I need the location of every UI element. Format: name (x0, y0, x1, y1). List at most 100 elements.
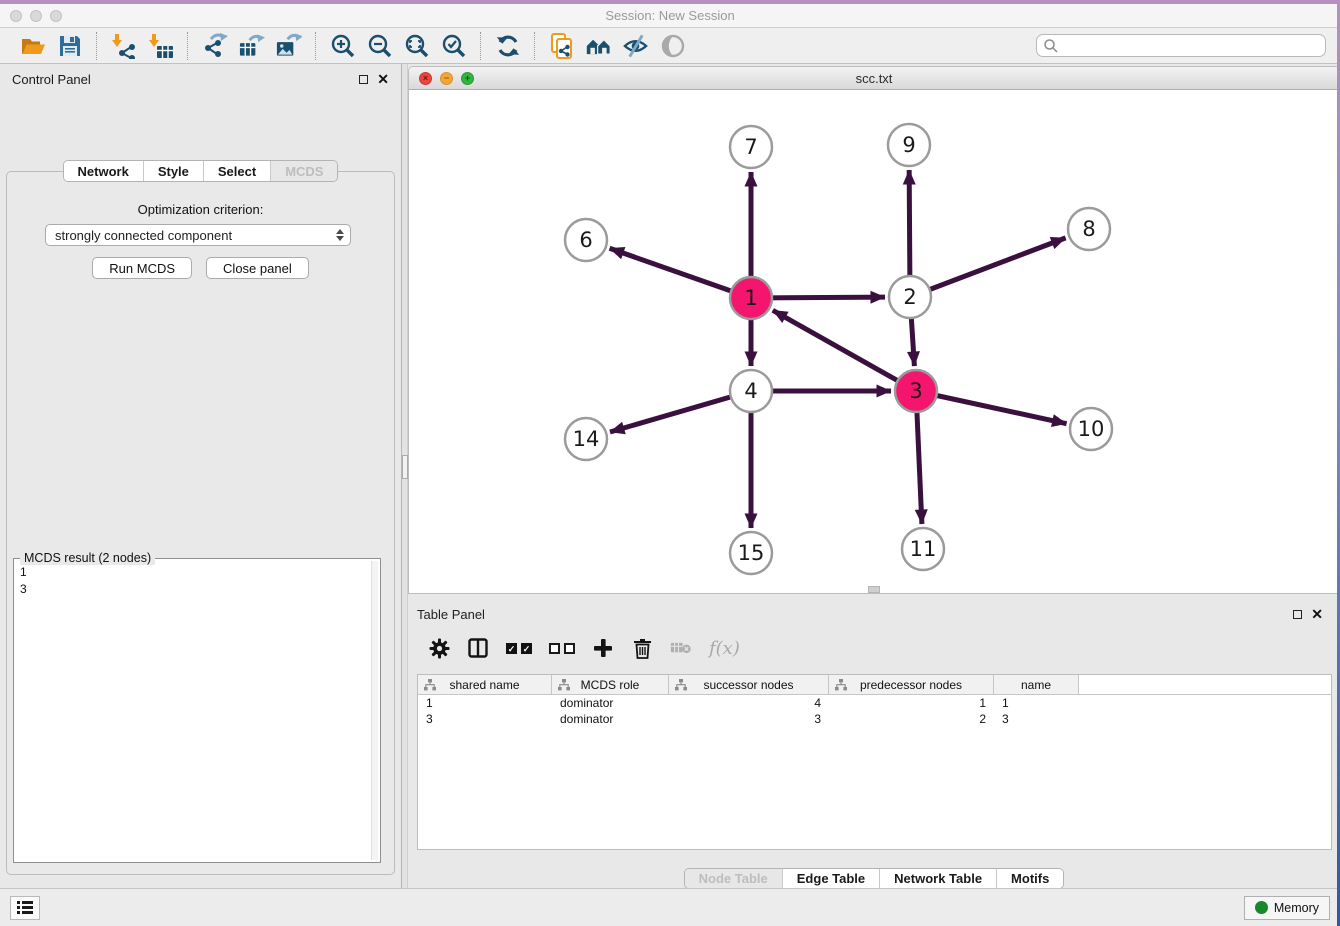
toolbar-separator (96, 32, 97, 60)
function-builder-icon: f(x) (709, 638, 740, 659)
mcds-panel: Optimization criterion: strongly connect… (6, 171, 395, 875)
network-graph[interactable]: 7968124314101511 (409, 90, 1338, 593)
cell-successor-nodes: 4 (669, 695, 829, 711)
table-toolbar: ✓✓ f(x) (408, 626, 1340, 670)
graph-edge-3-10[interactable] (916, 391, 1067, 424)
memory-label: Memory (1274, 901, 1319, 915)
gear-icon[interactable] (428, 636, 450, 660)
control-panel: Control Panel ✕ Network Style Select MCD… (0, 64, 401, 888)
export-table-icon[interactable] (238, 32, 265, 59)
table-header-row: shared name MCDS role successor nodes (418, 675, 1331, 695)
network-canvas[interactable]: 7968124314101511 (409, 90, 1339, 593)
save-session-icon[interactable] (56, 32, 83, 59)
panel-splitter[interactable] (401, 64, 408, 888)
zoom-selected-icon[interactable] (440, 32, 467, 59)
tab-network-table[interactable]: Network Table (879, 869, 996, 888)
run-mcds-button[interactable]: Run MCDS (92, 257, 192, 279)
close-table-panel-icon[interactable]: ✕ (1311, 607, 1323, 621)
tab-node-table[interactable]: Node Table (685, 869, 782, 888)
import-table-icon[interactable] (147, 32, 174, 59)
horizontal-divider[interactable] (408, 594, 1340, 602)
search-field[interactable] (1036, 34, 1326, 57)
tab-motifs[interactable]: Motifs (996, 869, 1063, 888)
graph-node-label-1: 1 (744, 286, 757, 310)
tab-style[interactable]: Style (143, 161, 203, 181)
deselect-all-icon[interactable] (549, 643, 575, 654)
export-image-icon[interactable] (275, 32, 302, 59)
column-header-predecessor-nodes[interactable]: predecessor nodes (829, 675, 994, 694)
zoom-fit-icon[interactable] (403, 32, 430, 59)
status-bar: Memory (0, 888, 1340, 926)
table-row[interactable]: 3 dominator 3 2 3 (418, 711, 1331, 727)
close-panel-icon[interactable]: ✕ (377, 72, 389, 86)
clone-network-icon[interactable] (548, 32, 575, 59)
titlebar: Session: New Session (0, 4, 1340, 28)
dropdown-stepper-icon (336, 229, 346, 241)
search-icon (1043, 38, 1059, 54)
tab-network[interactable]: Network (64, 161, 143, 181)
network-minimize-button[interactable]: − (440, 72, 453, 85)
column-label: successor nodes (703, 678, 793, 692)
node-table[interactable]: shared name MCDS role successor nodes (417, 674, 1332, 850)
hide-selected-icon[interactable] (622, 32, 649, 59)
apply-layout-icon[interactable] (494, 32, 521, 59)
column-header-shared-name[interactable]: shared name (418, 675, 552, 694)
cell-name: 1 (994, 695, 1079, 711)
tab-mcds[interactable]: MCDS (270, 161, 337, 181)
graph-edge-1-6[interactable] (610, 248, 751, 298)
float-table-panel-icon[interactable] (1293, 610, 1302, 619)
control-panel-title: Control Panel (12, 72, 91, 87)
network-close-button[interactable]: × (419, 72, 432, 85)
column-header-name[interactable]: name (994, 675, 1079, 694)
float-panel-icon[interactable] (359, 75, 368, 84)
main-toolbar (0, 28, 1340, 64)
delete-column-icon[interactable] (631, 636, 653, 660)
cell-mcds-role: dominator (552, 695, 669, 711)
zoom-in-icon[interactable] (329, 32, 356, 59)
optimization-criterion-select[interactable]: strongly connected component (45, 224, 351, 246)
table-panel-title: Table Panel (417, 607, 485, 622)
column-header-successor-nodes[interactable]: successor nodes (669, 675, 829, 694)
network-maximize-button[interactable]: + (461, 72, 474, 85)
task-history-button[interactable] (10, 896, 40, 920)
network-window-titlebar[interactable]: × − + scc.txt (409, 67, 1339, 90)
cell-predecessor-nodes: 2 (829, 711, 994, 727)
toolbar-separator (315, 32, 316, 60)
graph-node-label-10: 10 (1078, 417, 1105, 441)
attribute-icon (675, 679, 687, 691)
tab-edge-table[interactable]: Edge Table (782, 869, 879, 888)
show-all-icon[interactable] (659, 32, 686, 59)
table-row[interactable]: 1 dominator 4 1 1 (418, 695, 1331, 711)
search-input[interactable] (1059, 39, 1319, 53)
canvas-resize-grip[interactable] (868, 586, 880, 593)
graph-node-label-8: 8 (1082, 217, 1095, 241)
graph-edge-3-1[interactable] (773, 310, 916, 391)
open-session-icon[interactable] (19, 32, 46, 59)
memory-status-icon (1255, 901, 1268, 914)
cell-predecessor-nodes: 1 (829, 695, 994, 711)
select-all-icon[interactable]: ✓✓ (506, 643, 532, 654)
column-header-mcds-role[interactable]: MCDS role (552, 675, 669, 694)
mcds-result-box: MCDS result (2 nodes) 1 3 (13, 558, 381, 863)
cell-successor-nodes: 3 (669, 711, 829, 727)
mcds-result-text[interactable]: 1 3 (16, 561, 371, 860)
export-network-icon[interactable] (201, 32, 228, 59)
delete-table-icon (670, 636, 692, 660)
zoom-out-icon[interactable] (366, 32, 393, 59)
add-column-icon[interactable] (592, 636, 614, 660)
attribute-icon (558, 679, 570, 691)
close-panel-button[interactable]: Close panel (206, 257, 309, 279)
memory-button[interactable]: Memory (1244, 896, 1330, 920)
network-view-window: × − + scc.txt 7968124314101511 (408, 66, 1340, 594)
first-neighbors-icon[interactable] (585, 32, 612, 59)
mcds-result-scrollbar[interactable] (371, 561, 378, 860)
splitter-handle[interactable] (402, 455, 408, 479)
split-view-icon[interactable] (467, 636, 489, 660)
column-label: shared name (449, 678, 519, 692)
tab-select[interactable]: Select (203, 161, 270, 181)
attribute-icon (424, 679, 436, 691)
import-network-icon[interactable] (110, 32, 137, 59)
graph-node-label-14: 14 (573, 427, 600, 451)
graph-edge-2-8[interactable] (910, 238, 1066, 297)
attribute-icon (835, 679, 847, 691)
